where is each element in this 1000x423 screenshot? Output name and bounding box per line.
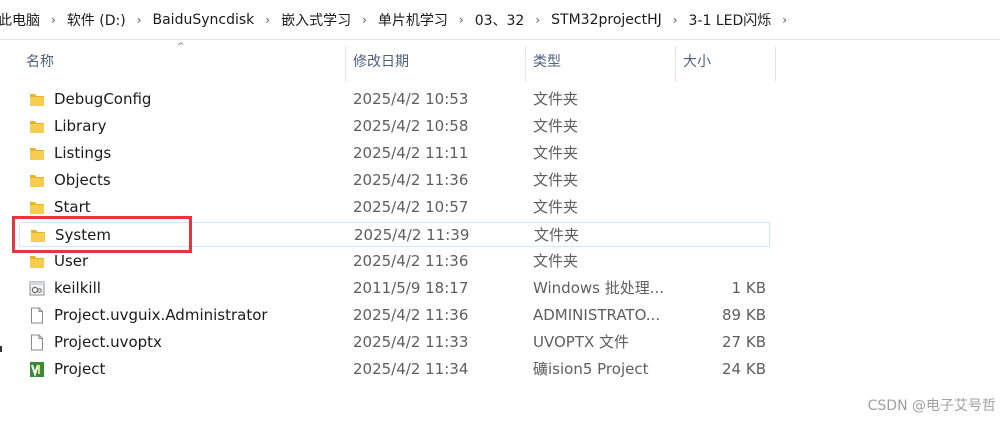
file-size: 27 KB xyxy=(722,333,766,351)
column-divider[interactable] xyxy=(775,46,776,82)
column-header-size[interactable]: 大小 xyxy=(683,40,711,84)
file-date: 2011/5/9 18:17 xyxy=(353,279,469,297)
file-row[interactable]: DebugConfig 2025/4/2 10:53 文件夹 xyxy=(19,87,770,112)
file-name: keilkill xyxy=(54,279,101,297)
file-type: Windows 批处理... xyxy=(533,279,665,297)
column-divider[interactable] xyxy=(345,46,346,82)
file-size xyxy=(683,114,766,139)
file-size xyxy=(683,195,766,220)
file-row[interactable]: Listings 2025/4/2 11:11 文件夹 xyxy=(19,141,770,166)
chevron-right-icon[interactable]: › xyxy=(454,13,469,27)
chevron-right-icon[interactable]: › xyxy=(530,13,545,27)
file-date: 2025/4/2 11:11 xyxy=(353,144,469,162)
column-header-row: 名称 修改日期 类型 大小 xyxy=(0,40,1000,84)
file-name: Library xyxy=(54,117,107,135)
file-type: 文件夹 xyxy=(533,252,579,270)
folder-icon xyxy=(29,91,45,108)
file-date: 2025/4/2 10:57 xyxy=(353,198,469,216)
file-size: 1 KB xyxy=(731,279,766,297)
folder-icon xyxy=(29,145,45,162)
file-size: 89 KB xyxy=(722,306,766,324)
file-type: ADMINISTRATO... xyxy=(533,306,661,324)
file-date: 2025/4/2 11:36 xyxy=(353,171,469,189)
keil-project-icon xyxy=(29,361,45,378)
chevron-right-icon[interactable]: › xyxy=(46,13,61,27)
file-date: 2025/4/2 11:36 xyxy=(353,252,469,270)
file-row[interactable]: keilkill 2011/5/9 18:17 Windows 批处理... 1 KB xyxy=(19,276,770,301)
file-name: Project.uvguix.Administrator xyxy=(54,306,268,324)
file-row[interactable]: Library 2025/4/2 10:58 文件夹 xyxy=(19,114,770,139)
file-size xyxy=(683,249,766,274)
file-type: 礦ision5 Project xyxy=(533,360,649,378)
column-header-date[interactable]: 修改日期 xyxy=(353,40,409,84)
file-size: 24 KB xyxy=(722,360,766,378)
file-type: 文件夹 xyxy=(533,144,579,162)
file-type: UVOPTX 文件 xyxy=(533,333,630,351)
file-size xyxy=(683,141,766,166)
breadcrumb-item[interactable]: 3-1 LED闪烁 xyxy=(683,10,778,30)
chevron-right-icon[interactable]: › xyxy=(777,13,792,27)
chevron-right-icon[interactable]: › xyxy=(132,13,147,27)
chevron-right-icon[interactable]: › xyxy=(260,13,275,27)
column-header-type[interactable]: 类型 xyxy=(533,40,561,84)
breadcrumb-item[interactable]: 单片机学习 xyxy=(372,10,454,30)
file-name: Project.uvoptx xyxy=(54,333,162,351)
file-name: Listings xyxy=(54,144,112,162)
file-date: 2025/4/2 11:36 xyxy=(353,306,469,324)
breadcrumb-item[interactable]: BaiduSyncdisk xyxy=(147,12,261,28)
file-size xyxy=(683,87,766,112)
annotation-highlight-box xyxy=(12,216,192,253)
breadcrumb-item[interactable]: STM32projectHJ xyxy=(545,12,668,28)
folder-icon xyxy=(29,172,45,189)
file-row[interactable]: Project.uvoptx 2025/4/2 11:33 UVOPTX 文件 27 … xyxy=(19,330,770,355)
watermark: CSDN @电子艾号哲 xyxy=(867,398,996,414)
document-icon xyxy=(29,334,45,351)
file-name: Objects xyxy=(54,171,111,189)
file-type: 文件夹 xyxy=(534,226,580,244)
breadcrumb-item[interactable]: 03、32 xyxy=(469,10,531,30)
column-header-name[interactable]: 名称 xyxy=(26,40,54,84)
file-type: 文件夹 xyxy=(533,171,579,189)
file-row[interactable]: Project 2025/4/2 11:34 礦ision5 Project 24 K… xyxy=(19,357,770,382)
file-row[interactable]: Objects 2025/4/2 11:36 文件夹 xyxy=(19,168,770,193)
file-size xyxy=(684,223,767,248)
breadcrumb-item[interactable]: 软件 (D:) xyxy=(61,10,132,30)
file-date: 2025/4/2 11:34 xyxy=(353,360,469,378)
chevron-right-icon[interactable]: › xyxy=(668,13,683,27)
file-name: Project xyxy=(54,360,106,378)
document-icon xyxy=(29,307,45,324)
file-size xyxy=(683,168,766,193)
file-name: DebugConfig xyxy=(54,90,152,108)
sort-ascending-icon: ^ xyxy=(177,42,185,52)
breadcrumb-item[interactable]: 嵌入式学习 xyxy=(275,10,357,30)
folder-icon xyxy=(29,253,45,270)
breadcrumb: 此电脑 › 软件 (D:) › BaiduSyncdisk › 嵌入式学习 › 单片机学习 › 03… xyxy=(0,0,1000,40)
file-type: 文件夹 xyxy=(533,198,579,216)
folder-icon xyxy=(29,199,45,216)
column-divider[interactable] xyxy=(525,46,526,82)
chevron-right-icon[interactable]: › xyxy=(357,13,372,27)
file-type: 文件夹 xyxy=(533,90,579,108)
edge-marker xyxy=(0,346,2,352)
column-divider[interactable] xyxy=(675,46,676,82)
breadcrumb-item[interactable]: 此电脑 xyxy=(0,10,46,30)
file-date: 2025/4/2 11:39 xyxy=(354,226,470,244)
folder-icon xyxy=(29,118,45,135)
file-date: 2025/4/2 10:58 xyxy=(353,117,469,135)
file-row[interactable]: Project.uvguix.Administrator 2025/4/2 11:… xyxy=(19,303,770,328)
file-date: 2025/4/2 10:53 xyxy=(353,90,469,108)
file-date: 2025/4/2 11:33 xyxy=(353,333,469,351)
batch-file-icon xyxy=(29,280,45,297)
file-type: 文件夹 xyxy=(533,117,579,135)
